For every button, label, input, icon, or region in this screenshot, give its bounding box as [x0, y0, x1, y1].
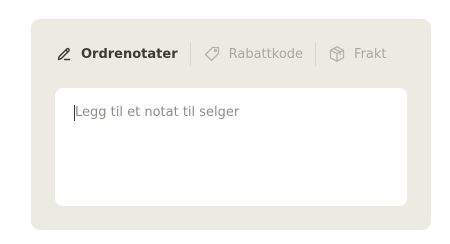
text-cursor [74, 105, 75, 121]
order-extras-panel: Ordrenotater Rabattkode Frakt Legg til e… [31, 19, 431, 230]
tab-divider [315, 42, 317, 66]
tab-order-notes[interactable]: Ordrenotater [55, 45, 178, 63]
tab-divider [189, 42, 191, 66]
tab-shipping[interactable]: Frakt [328, 45, 387, 63]
tab-label: Ordrenotater [81, 46, 178, 62]
tag-icon [203, 45, 221, 63]
tab-discount-code[interactable]: Rabattkode [203, 45, 303, 63]
tab-label: Rabattkode [228, 46, 304, 62]
order-note-input[interactable] [75, 105, 387, 189]
order-note-box [55, 88, 407, 206]
box-icon [328, 45, 346, 63]
tab-bar: Ordrenotater Rabattkode Frakt [55, 41, 387, 67]
pencil-icon [55, 45, 73, 63]
tab-label: Frakt [354, 46, 387, 62]
